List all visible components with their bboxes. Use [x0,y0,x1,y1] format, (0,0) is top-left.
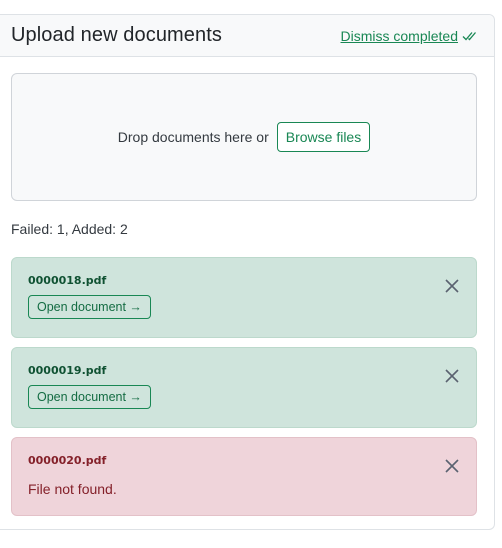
upload-item: 0000019.pdf Open document → [11,347,477,428]
upload-item-filename: 0000018.pdf [28,274,107,287]
upload-item-failed: 0000020.pdf File not found. [11,437,477,516]
upload-item: 0000018.pdf Open document → [11,257,477,338]
close-icon[interactable] [444,368,460,384]
upload-summary: Failed: 1, Added: 2 [11,221,128,237]
page-title: Upload new documents [11,24,223,46]
dismiss-completed-link[interactable]: Dismiss completed [341,28,478,44]
dropzone[interactable]: Drop documents here or Browse files [11,73,477,201]
open-document-button[interactable]: Open document → [28,385,151,409]
check-all-icon [462,30,478,42]
browse-files-button[interactable]: Browse files [276,122,371,152]
upload-item-filename: 0000020.pdf [28,454,107,467]
upload-error-message: File not found. [28,481,117,497]
close-icon[interactable] [444,278,460,294]
dropzone-text: Drop documents here or [117,129,269,145]
panel-header: Upload new documents Dismiss completed [0,15,494,57]
dismiss-completed-label: Dismiss completed [340,27,458,44]
open-document-button[interactable]: Open document → [28,295,151,319]
close-icon[interactable] [444,458,460,474]
upload-panel: Upload new documents Dismiss completed D… [0,14,495,530]
panel-body: Drop documents here or Browse files Fail… [0,57,494,516]
upload-item-filename: 0000019.pdf [28,364,107,377]
